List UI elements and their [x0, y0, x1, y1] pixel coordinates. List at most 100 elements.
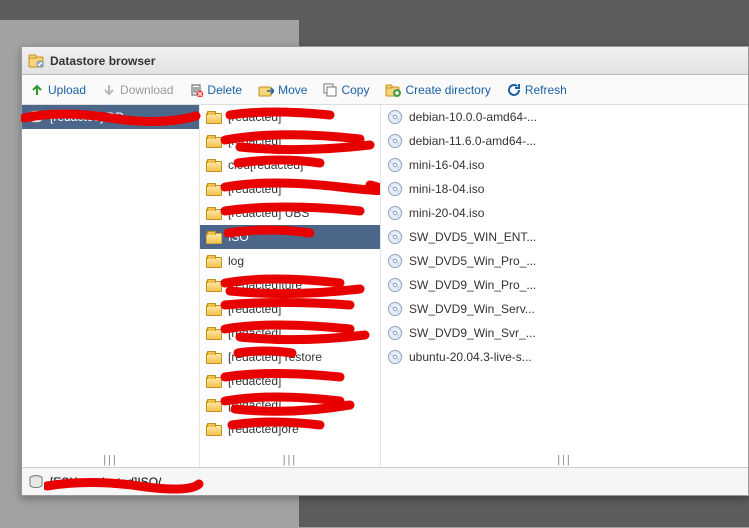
- item-label: [redacted]: [228, 302, 281, 316]
- item-label: mini-16-04.iso: [409, 158, 484, 172]
- column-resize-handle[interactable]: |||: [22, 453, 199, 467]
- disc-icon: [387, 109, 403, 125]
- folder-item[interactable]: [redacted]: [200, 321, 380, 345]
- disc-icon: [387, 181, 403, 197]
- create-directory-icon: [385, 83, 401, 97]
- file-item[interactable]: mini-20-04.iso: [381, 201, 748, 225]
- item-label: debian-11.6.0-amd64-...: [409, 134, 536, 148]
- item-label: SW_DVD9_Win_Svr_...: [409, 326, 536, 340]
- datastore-item[interactable]: [redacted] DD: [22, 105, 199, 129]
- file-item[interactable]: debian-11.6.0-amd64-...: [381, 129, 748, 153]
- item-label: SW_DVD9_Win_Pro_...: [409, 278, 536, 292]
- window-title: Datastore browser: [50, 54, 155, 68]
- file-item[interactable]: SW_DVD9_Win_Svr_...: [381, 321, 748, 345]
- refresh-icon: [507, 83, 521, 97]
- refresh-button[interactable]: Refresh: [507, 83, 567, 97]
- item-label: clou[redacted]: [228, 158, 303, 172]
- file-item[interactable]: ubuntu-20.04.3-live-s...: [381, 345, 748, 369]
- folder-item[interactable]: [redacted]: [200, 369, 380, 393]
- file-item[interactable]: debian-10.0.0-amd64-...: [381, 105, 748, 129]
- column-datastores[interactable]: [redacted] DD |||: [22, 105, 200, 467]
- folder-item[interactable]: [redacted] UBS: [200, 201, 380, 225]
- file-item[interactable]: mini-18-04.iso: [381, 177, 748, 201]
- folder-item[interactable]: [redacted]ture: [200, 273, 380, 297]
- file-item[interactable]: mini-16-04.iso: [381, 153, 748, 177]
- disc-icon: [387, 277, 403, 293]
- folder-icon: [206, 207, 222, 220]
- move-label: Move: [278, 83, 307, 97]
- folder-item[interactable]: [redacted] restore: [200, 345, 380, 369]
- item-label: [redacted] UBS: [228, 206, 309, 220]
- datastore-icon: [28, 53, 44, 69]
- browser-columns: [redacted] DD ||| [redacted] [redacted] cl…: [22, 105, 748, 467]
- folder-icon: [206, 135, 222, 148]
- create-directory-button[interactable]: Create directory: [385, 83, 490, 97]
- folder-icon: [206, 327, 222, 340]
- datastore-path-icon: [28, 474, 44, 490]
- delete-button[interactable]: Delete: [189, 83, 242, 97]
- item-label: mini-20-04.iso: [409, 206, 484, 220]
- create-directory-label: Create directory: [405, 83, 490, 97]
- folder-icon: [206, 159, 222, 172]
- column-files[interactable]: debian-10.0.0-amd64-... debian-11.6.0-amd…: [381, 105, 748, 467]
- datastore-browser-window: Datastore browser Upload Download Delete…: [21, 46, 749, 496]
- path-text: [ESX...redacted]ISO/: [50, 475, 161, 489]
- file-item[interactable]: SW_DVD9_Win_Serv...: [381, 297, 748, 321]
- folder-item[interactable]: log: [200, 249, 380, 273]
- path-footer: [ESX...redacted]ISO/: [22, 467, 748, 495]
- disc-icon: [387, 325, 403, 341]
- copy-label: Copy: [341, 83, 369, 97]
- copy-icon: [323, 83, 337, 97]
- disc-icon: [387, 133, 403, 149]
- folder-icon: [206, 399, 222, 412]
- datastore-icon: [28, 109, 44, 125]
- file-item[interactable]: SW_DVD9_Win_Pro_...: [381, 273, 748, 297]
- folder-item[interactable]: clou[redacted]: [200, 153, 380, 177]
- item-label: [redacted]: [228, 134, 281, 148]
- copy-button[interactable]: Copy: [323, 83, 369, 97]
- toolbar: Upload Download Delete Move Copy Create …: [22, 75, 748, 105]
- item-label: SW_DVD5_WIN_ENT...: [409, 230, 536, 244]
- file-item[interactable]: SW_DVD5_Win_Pro_...: [381, 249, 748, 273]
- title-bar: Datastore browser: [22, 47, 748, 75]
- folder-item[interactable]: [redacted]: [200, 393, 380, 417]
- item-label: [redacted]ture: [228, 278, 302, 292]
- download-icon: [102, 83, 116, 97]
- folder-item[interactable]: ISO: [200, 225, 380, 249]
- item-label: SW_DVD5_Win_Pro_...: [409, 254, 536, 268]
- item-label: SW_DVD9_Win_Serv...: [409, 302, 535, 316]
- item-label: mini-18-04.iso: [409, 182, 484, 196]
- folder-item[interactable]: [redacted]: [200, 177, 380, 201]
- file-item[interactable]: SW_DVD5_WIN_ENT...: [381, 225, 748, 249]
- disc-icon: [387, 253, 403, 269]
- folder-icon: [206, 375, 222, 388]
- item-label: [redacted]: [228, 398, 281, 412]
- item-label: [redacted]: [228, 110, 281, 124]
- folder-item[interactable]: [redacted]: [200, 129, 380, 153]
- item-label: [redacted]: [228, 182, 281, 196]
- folder-item[interactable]: [redacted]: [200, 297, 380, 321]
- item-label: [redacted] restore: [228, 350, 322, 364]
- column-resize-handle[interactable]: |||: [200, 453, 380, 467]
- item-label: log: [228, 254, 244, 268]
- folder-icon: [206, 279, 222, 292]
- column-resize-handle[interactable]: |||: [381, 453, 748, 467]
- item-label: ISO: [228, 230, 249, 244]
- upload-button[interactable]: Upload: [30, 83, 86, 97]
- delete-label: Delete: [207, 83, 242, 97]
- folder-item[interactable]: [redacted]: [200, 105, 380, 129]
- disc-icon: [387, 205, 403, 221]
- move-button[interactable]: Move: [258, 83, 307, 97]
- item-label: [redacted] DD: [50, 110, 124, 124]
- item-label: debian-10.0.0-amd64-...: [409, 110, 537, 124]
- item-label: ubuntu-20.04.3-live-s...: [409, 350, 532, 364]
- disc-icon: [387, 229, 403, 245]
- folder-item[interactable]: [redacted]ore: [200, 417, 380, 441]
- upload-label: Upload: [48, 83, 86, 97]
- item-label: [redacted]: [228, 326, 281, 340]
- delete-icon: [189, 83, 203, 97]
- disc-icon: [387, 349, 403, 365]
- folder-icon: [206, 351, 222, 364]
- disc-icon: [387, 157, 403, 173]
- column-folders[interactable]: [redacted] [redacted] clou[redacted] [redac…: [200, 105, 381, 467]
